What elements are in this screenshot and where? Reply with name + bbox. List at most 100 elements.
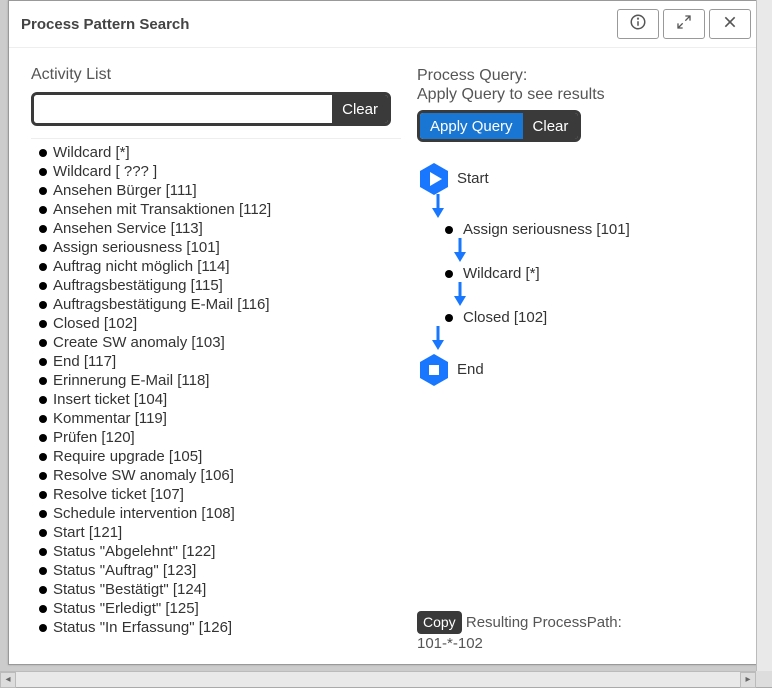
- activity-item-label: Ansehen mit Transaktionen [112]: [53, 201, 271, 218]
- activity-item[interactable]: Kommentar [119]: [35, 409, 399, 428]
- activity-item-label: Status "Auftrag" [123]: [53, 562, 196, 579]
- flow-step-label: Wildcard [*]: [463, 265, 540, 282]
- activity-item[interactable]: Auftragsbestätigung E-Mail [116]: [35, 295, 399, 314]
- activity-item[interactable]: Auftragsbestätigung [115]: [35, 276, 399, 295]
- activity-item[interactable]: Erinnerung E-Mail [118]: [35, 371, 399, 390]
- flow-arrow-icon: [453, 238, 630, 265]
- activity-search-input[interactable]: [34, 95, 332, 123]
- flow-step-label: Closed [102]: [463, 309, 547, 326]
- activity-list[interactable]: Wildcard [*]Wildcard [ ??? ]Ansehen Bürg…: [31, 139, 401, 654]
- activity-item-label: Prüfen [120]: [53, 429, 135, 446]
- activity-item[interactable]: Resolve ticket [107]: [35, 485, 399, 504]
- bullet-icon: [445, 314, 453, 322]
- bullet-icon: [445, 226, 453, 234]
- activity-item[interactable]: Ansehen mit Transaktionen [112]: [35, 200, 399, 219]
- bullet-icon: [39, 396, 47, 404]
- activity-search-row: Clear: [31, 92, 391, 126]
- activity-search-clear-button[interactable]: Clear: [332, 95, 388, 123]
- activity-item-label: Start [121]: [53, 524, 122, 541]
- bullet-icon: [39, 206, 47, 214]
- bullet-icon: [39, 529, 47, 537]
- activity-item[interactable]: Auftrag nicht möglich [114]: [35, 257, 399, 276]
- dialog-title: Process Pattern Search: [21, 16, 617, 33]
- scroll-corner: [756, 671, 772, 687]
- activity-item[interactable]: Ansehen Bürger [111]: [35, 181, 399, 200]
- result-value: 101-*-102: [417, 635, 483, 652]
- activity-item-label: Create SW anomaly [103]: [53, 334, 225, 351]
- bullet-icon: [39, 415, 47, 423]
- activity-item-label: Ansehen Service [113]: [53, 220, 203, 237]
- activity-item[interactable]: Status "Bestätigt" [124]: [35, 580, 399, 599]
- activity-item[interactable]: Start [121]: [35, 523, 399, 542]
- activity-item[interactable]: Prüfen [120]: [35, 428, 399, 447]
- activity-item[interactable]: End [117]: [35, 352, 399, 371]
- outer-horizontal-scrollbar[interactable]: ◂ ▸: [0, 671, 756, 687]
- flow-step-node[interactable]: Wildcard [*]: [441, 265, 630, 282]
- scroll-left-icon: ◂: [0, 672, 16, 688]
- dialog-header: Process Pattern Search: [9, 1, 763, 48]
- flow-step-node[interactable]: Assign seriousness [101]: [441, 221, 630, 238]
- activity-item[interactable]: Create SW anomaly [103]: [35, 333, 399, 352]
- bullet-icon: [39, 548, 47, 556]
- activity-item[interactable]: Schedule intervention [108]: [35, 504, 399, 523]
- activity-item[interactable]: Status "In Erfassung" [126]: [35, 618, 399, 637]
- bullet-icon: [39, 320, 47, 328]
- activity-item-label: Status "Erledigt" [125]: [53, 600, 199, 617]
- activity-item-label: Schedule intervention [108]: [53, 505, 235, 522]
- activity-list-pane: Activity List Clear Wildcard [*]Wildcard…: [31, 66, 401, 654]
- activity-item[interactable]: Status "Abgelehnt" [122]: [35, 542, 399, 561]
- flow-start-label: Start: [457, 170, 489, 187]
- bullet-icon: [39, 244, 47, 252]
- activity-item-label: Kommentar [119]: [53, 410, 167, 427]
- activity-item[interactable]: Require upgrade [105]: [35, 447, 399, 466]
- activity-item-label: Status "Bestätigt" [124]: [53, 581, 206, 598]
- flow-end-node[interactable]: End: [419, 353, 484, 385]
- outer-vertical-scrollbar[interactable]: [756, 0, 772, 671]
- activity-item[interactable]: Closed [102]: [35, 314, 399, 333]
- bullet-icon: [39, 149, 47, 157]
- activity-item[interactable]: Wildcard [ ??? ]: [35, 162, 399, 181]
- bullet-icon: [39, 187, 47, 195]
- activity-item-label: Wildcard [*]: [53, 144, 130, 161]
- activity-item-label: Ansehen Bürger [111]: [53, 182, 197, 199]
- process-query-heading-line2: Apply Query to see results: [417, 86, 605, 103]
- stop-hex-icon: [419, 353, 447, 385]
- close-icon: [722, 14, 738, 35]
- activity-item[interactable]: Assign seriousness [101]: [35, 238, 399, 257]
- activity-item[interactable]: Status "Erledigt" [125]: [35, 599, 399, 618]
- info-button[interactable]: [617, 9, 659, 39]
- flow-end-label: End: [457, 361, 484, 378]
- header-button-group: [617, 9, 751, 39]
- bullet-icon: [39, 263, 47, 271]
- activity-item-label: Closed [102]: [53, 315, 137, 332]
- process-query-pane: Process Query: Apply Query to see result…: [417, 66, 753, 654]
- activity-item-label: Require upgrade [105]: [53, 448, 202, 465]
- apply-query-button[interactable]: Apply Query: [420, 113, 523, 139]
- close-button[interactable]: [709, 9, 751, 39]
- copy-button[interactable]: Copy: [417, 611, 462, 634]
- activity-list-container: Wildcard [*]Wildcard [ ??? ]Ansehen Bürg…: [31, 138, 401, 654]
- activity-item[interactable]: Ansehen Service [113]: [35, 219, 399, 238]
- query-button-row: Apply Query Clear: [417, 110, 581, 142]
- flow-start-node[interactable]: Start: [419, 162, 489, 194]
- activity-item[interactable]: Status "Auftrag" [123]: [35, 561, 399, 580]
- activity-item[interactable]: Wildcard [*]: [35, 143, 399, 162]
- bullet-icon: [39, 225, 47, 233]
- bullet-icon: [39, 510, 47, 518]
- expand-icon: [676, 14, 692, 35]
- activity-item-label: Status "Abgelehnt" [122]: [53, 543, 215, 560]
- flow-step-label: Assign seriousness [101]: [463, 221, 630, 238]
- process-query-heading-line1: Process Query:: [417, 67, 527, 84]
- flow-arrow-icon: [453, 282, 630, 309]
- bullet-icon: [39, 491, 47, 499]
- process-pattern-search-dialog: Process Pattern Search: [8, 0, 764, 665]
- query-clear-button[interactable]: Clear: [523, 113, 579, 139]
- activity-item[interactable]: Insert ticket [104]: [35, 390, 399, 409]
- bullet-icon: [39, 339, 47, 347]
- play-hex-icon: [419, 162, 447, 194]
- expand-button[interactable]: [663, 9, 705, 39]
- flow-step-node[interactable]: Closed [102]: [441, 309, 630, 326]
- activity-list-heading: Activity List: [31, 66, 401, 84]
- process-flow-area[interactable]: Start Assign seriousness [101] Wildcard […: [417, 162, 753, 602]
- activity-item[interactable]: Resolve SW anomaly [106]: [35, 466, 399, 485]
